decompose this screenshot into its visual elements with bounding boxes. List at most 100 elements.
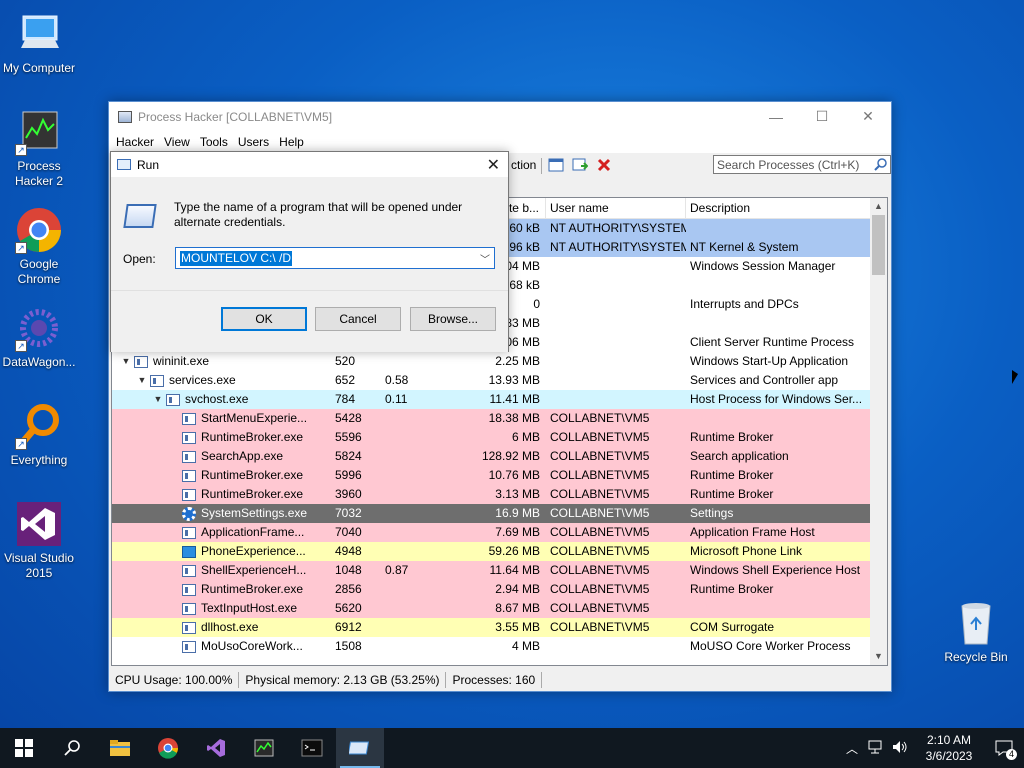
taskbar-search-button[interactable]: [48, 728, 96, 768]
table-row[interactable]: ▼ svchost.exe 784 0.11 11.41 MB Host Process …: [112, 390, 887, 409]
table-row[interactable]: RuntimeBroker.exe 2856 2.94 MB COLLABNET\VM…: [112, 580, 887, 599]
scrollbar-thumb[interactable]: [872, 215, 885, 275]
process-pid: 3960: [335, 487, 362, 501]
process-user-name: [546, 257, 686, 276]
taskbar-file-explorer[interactable]: [96, 728, 144, 768]
run-titlebar[interactable]: Run ✕: [111, 152, 508, 177]
process-window-icon: [182, 469, 196, 482]
process-pid: 4948: [335, 544, 362, 558]
vertical-scrollbar[interactable]: ▲ ▼: [870, 198, 887, 665]
chevron-down-icon[interactable]: ﹀: [480, 251, 490, 266]
process-window-icon: [182, 640, 196, 653]
window-titlebar[interactable]: Process Hacker [COLLABNET\VM5] — ☐ ✕: [109, 102, 891, 131]
menu-tools[interactable]: Tools: [195, 135, 233, 149]
desktop-icon-visual-studio[interactable]: Visual Studio 2015: [0, 500, 78, 581]
process-pid: 5996: [335, 468, 362, 482]
toolbar-find-button-label[interactable]: ction: [511, 158, 536, 172]
process-user-name: [546, 637, 686, 656]
table-row[interactable]: TextInputHost.exe 5620 8.67 MB COLLABNET\VM…: [112, 599, 887, 618]
process-description: Runtime Broker: [690, 468, 774, 482]
window-find-icon[interactable]: [572, 157, 589, 173]
table-row[interactable]: PhoneExperience... 4948 59.26 MB COLLABNET\…: [112, 542, 887, 561]
column-header-user-name[interactable]: User name: [546, 198, 686, 219]
table-row[interactable]: ApplicationFrame... 7040 7.69 MB COLLABNET\…: [112, 523, 887, 542]
taskbar-visual-studio[interactable]: [192, 728, 240, 768]
table-row[interactable]: ▼ wininit.exe 520 2.25 MB Windows Start-Up A…: [112, 352, 887, 371]
terminate-x-icon[interactable]: [596, 157, 612, 173]
desktop-icon-label: Process Hacker 2: [14, 159, 64, 188]
process-user-name: [546, 333, 686, 352]
chevron-up-icon[interactable]: ︿: [840, 740, 864, 757]
shortcut-arrow-icon: ↗: [15, 144, 27, 156]
start-button[interactable]: [0, 728, 48, 768]
scroll-up-arrow-icon[interactable]: ▲: [870, 198, 887, 215]
browse-button[interactable]: Browse...: [410, 307, 496, 331]
table-row[interactable]: ShellExperienceH... 1048 0.87 11.64 MB COLLA…: [112, 561, 887, 580]
process-cpu: 0.11: [385, 392, 408, 406]
recycle-bin-label: Recycle Bin: [944, 650, 1008, 664]
taskbar-clock[interactable]: 2:10 AM 3/6/2023: [914, 732, 984, 764]
process-window-icon: [166, 393, 180, 406]
tree-expand-chevron-icon[interactable]: ▼: [152, 390, 164, 409]
volume-icon[interactable]: [888, 740, 914, 757]
desktop-icon-recycle-bin[interactable]: Recycle Bin: [936, 600, 1016, 664]
process-name: services.exe: [169, 373, 236, 387]
run-close-button[interactable]: ✕: [487, 155, 500, 175]
menu-view[interactable]: View: [159, 135, 195, 149]
process-cpu: [381, 352, 431, 371]
desktop-icon-datawagon[interactable]: ↗ DataWagon...: [0, 304, 78, 370]
tree-expand-chevron-icon[interactable]: ▼: [136, 371, 148, 390]
window-icon[interactable]: [548, 157, 564, 173]
taskbar-chrome[interactable]: [144, 728, 192, 768]
visual-studio-icon: [15, 500, 63, 548]
process-cpu: [381, 466, 431, 485]
table-row[interactable]: MoUsoCoreWork... 1508 4 MB MoUSO Core Worke…: [112, 637, 887, 656]
menu-help[interactable]: Help: [274, 135, 309, 149]
process-description: [686, 599, 864, 618]
table-row[interactable]: SearchApp.exe 5824 128.92 MB COLLABNET\VM5 S…: [112, 447, 887, 466]
search-processes-input[interactable]: Search Processes (Ctrl+K): [713, 155, 891, 174]
taskbar-run-dialog[interactable]: [336, 728, 384, 768]
table-row[interactable]: dllhost.exe 6912 3.55 MB COLLABNET\VM5 COM S…: [112, 618, 887, 637]
process-description: Interrupts and DPCs: [690, 297, 799, 311]
menu-users[interactable]: Users: [233, 135, 274, 149]
ok-button[interactable]: OK: [221, 307, 307, 331]
process-name-cell: SystemSettings.exe: [112, 504, 331, 523]
run-program-icon: [123, 204, 157, 228]
taskbar-terminal[interactable]: [288, 728, 336, 768]
table-row[interactable]: SystemSettings.exe 7032 16.9 MB COLLABNET\V…: [112, 504, 887, 523]
table-row[interactable]: RuntimeBroker.exe 5596 6 MB COLLABNET\VM5 Ru…: [112, 428, 887, 447]
process-window-icon: [182, 488, 196, 501]
open-combobox[interactable]: MOUNTELOV C:\ /D ﹀: [175, 247, 495, 269]
table-row[interactable]: RuntimeBroker.exe 3960 3.13 MB COLLABNET\VM…: [112, 485, 887, 504]
process-window-icon: [182, 621, 196, 634]
process-name-cell: SearchApp.exe: [112, 447, 331, 466]
desktop-icon-my-computer[interactable]: My Computer: [0, 10, 78, 76]
desktop-icon-everything[interactable]: ↗ Everything: [0, 402, 78, 468]
table-row[interactable]: ▼ services.exe 652 0.58 13.93 MB Services and…: [112, 371, 887, 390]
maximize-button[interactable]: ☐: [799, 102, 845, 131]
notification-center-button[interactable]: 4: [984, 728, 1024, 768]
table-row[interactable]: StartMenuExperie... 5428 18.38 MB COLLABNET…: [112, 409, 887, 428]
process-name-cell: ShellExperienceH...: [112, 561, 331, 580]
close-button[interactable]: ✕: [845, 102, 891, 131]
taskbar: ︿ 2:10 AM 3/6/2023 4: [0, 728, 1024, 768]
process-name-cell: RuntimeBroker.exe: [112, 580, 331, 599]
process-user-name: NT AUTHORITY\SYSTEM: [550, 240, 686, 254]
table-row[interactable]: RuntimeBroker.exe 5996 10.76 MB COLLABNET\V…: [112, 466, 887, 485]
process-description: Services and Controller app: [690, 373, 839, 387]
process-name: SearchApp.exe: [201, 449, 284, 463]
menu-hacker[interactable]: Hacker: [111, 135, 159, 149]
scroll-down-arrow-icon[interactable]: ▼: [870, 648, 887, 665]
column-header-description[interactable]: Description: [686, 198, 872, 219]
tree-expand-chevron-icon[interactable]: ▼: [120, 352, 132, 371]
process-pid: 652: [335, 373, 356, 387]
cancel-button[interactable]: Cancel: [315, 307, 401, 331]
desktop-icon-google-chrome[interactable]: ↗ Google Chrome: [0, 206, 78, 287]
network-icon[interactable]: [864, 740, 888, 757]
minimize-button[interactable]: —: [753, 102, 799, 131]
open-input-value[interactable]: MOUNTELOV C:\ /D: [180, 251, 293, 266]
desktop-icon-process-hacker[interactable]: ↗ Process Hacker 2: [0, 108, 78, 189]
process-description: MoUSO Core Worker Process: [690, 639, 851, 653]
taskbar-process-hacker[interactable]: [240, 728, 288, 768]
